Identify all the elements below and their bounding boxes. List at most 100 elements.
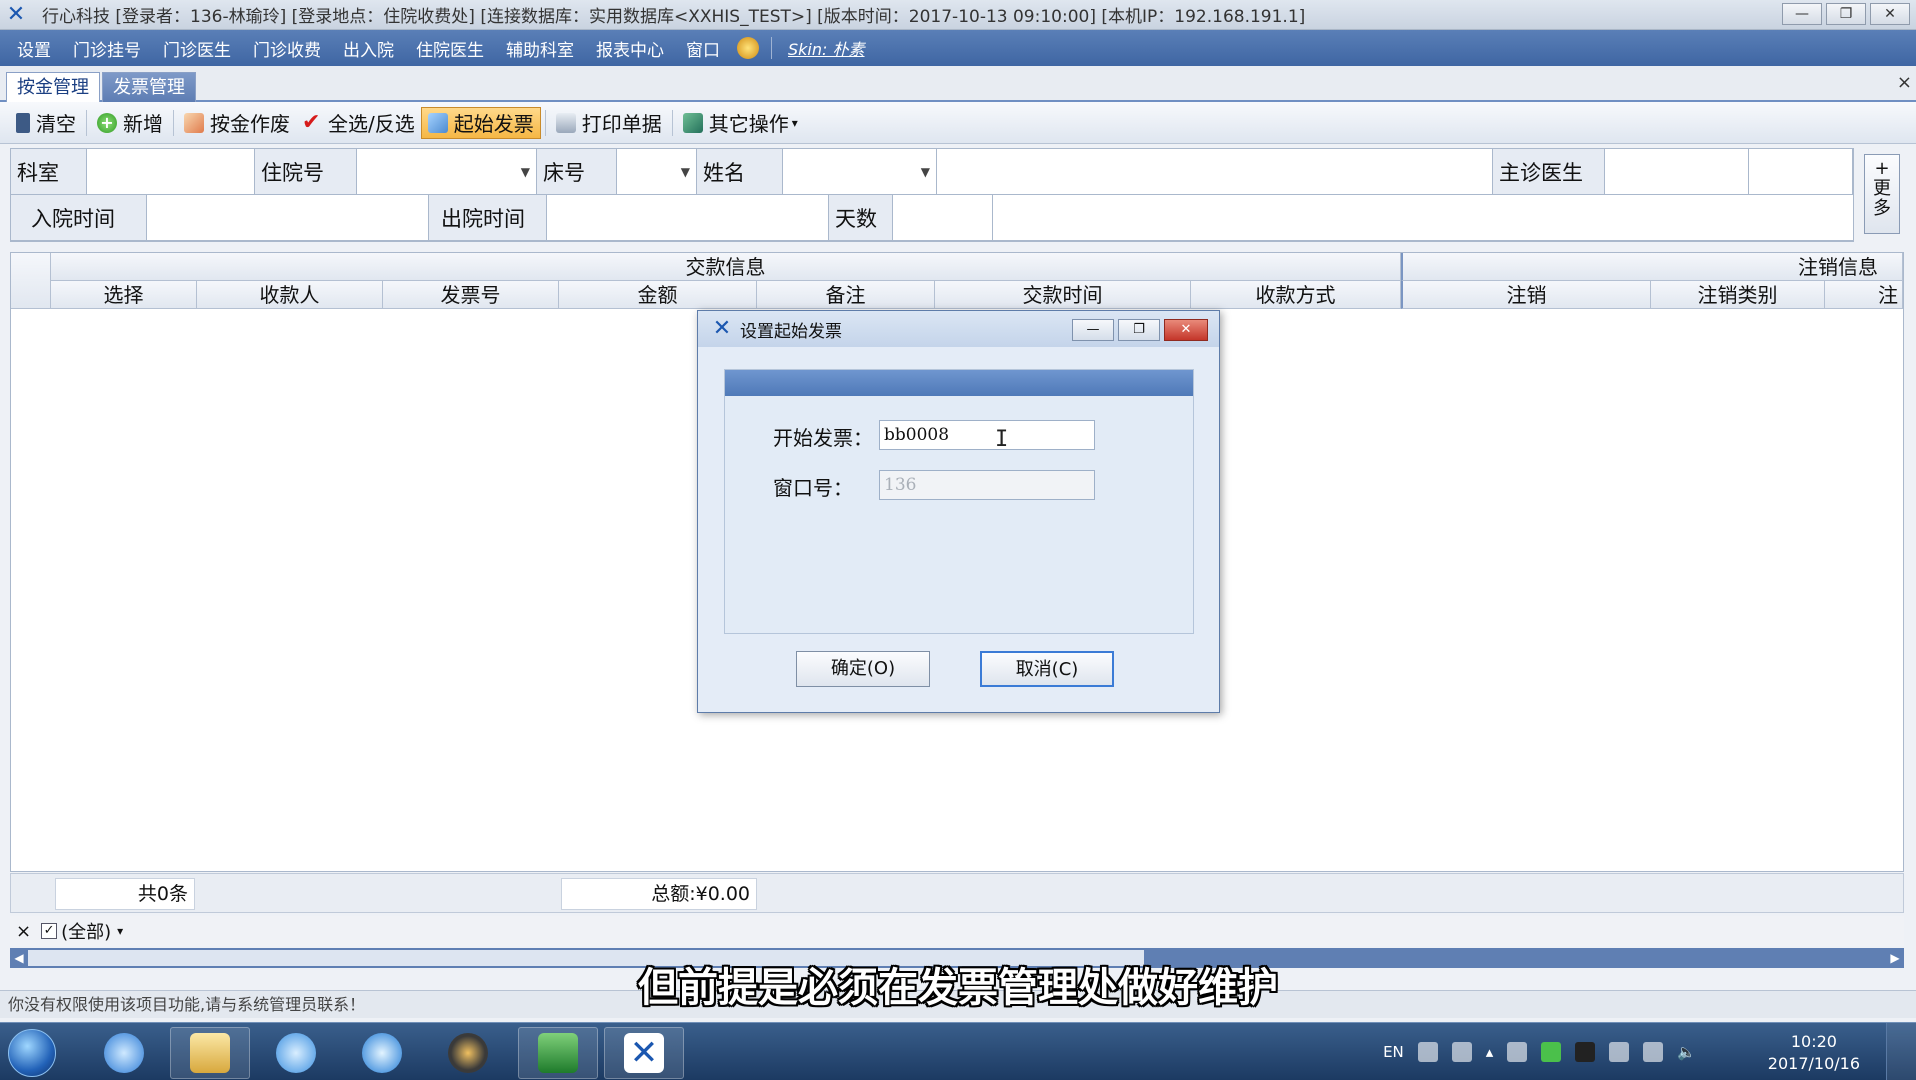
clear-button[interactable]: 清空 [10,107,82,139]
name-select[interactable]: ▼ [783,149,937,195]
window-no-input: 136 [879,470,1095,500]
power-icon[interactable] [1643,1042,1664,1062]
taskbar-chat-app[interactable] [342,1027,422,1079]
col-cancel-extra[interactable]: 注 [1825,281,1903,309]
col-cancel[interactable]: 注销 [1401,281,1651,309]
dept-input[interactable] [87,149,255,195]
scrollbar-thumb[interactable] [28,950,1144,966]
cancel-info-group-header: 注销信息 [1401,253,1903,281]
scroll-left-icon[interactable]: ◀ [10,948,28,968]
chevron-down-icon: ▼ [920,164,930,179]
bed-label: 床号 [537,149,617,195]
status-bar: 你没有权限使用该项目功能,请与系统管理员联系！ [0,990,1916,1018]
col-amount[interactable]: 金额 [559,281,757,309]
menu-auxiliary-dept[interactable]: 辅助科室 [495,36,585,61]
folder-icon [190,1033,230,1073]
col-cancel-type[interactable]: 注销类别 [1651,281,1825,309]
total-amount: 总额:¥0.00 [561,878,757,910]
filter-form: 科室 住院号 ▼ 床号 ▼ 姓名 ▼ 主诊医生 入院时间 出院时间 天数 [10,148,1854,242]
skin-link[interactable]: Skin: 朴素 [788,36,865,60]
toolbar-separator [544,109,546,136]
clear-filter-icon[interactable]: × [16,921,31,942]
chevron-down-icon[interactable]: ▾ [117,924,123,938]
col-payee[interactable]: 收款人 [197,281,383,309]
toolbar-separator [671,109,673,136]
menu-outpatient-doctor[interactable]: 门诊医生 [152,36,242,61]
taskbar-excel[interactable] [518,1027,598,1079]
cloud-icon [276,1033,316,1073]
start-invoice-input[interactable]: bb0008 [879,420,1095,450]
admit-time-input[interactable] [147,195,429,241]
display-icon[interactable] [1609,1042,1630,1062]
taskbar-cloud-app[interactable] [256,1027,336,1079]
clear-button-label: 清空 [36,112,76,136]
title-bar: ✕ 行心科技 [登录者：136-林瑜玲] [登录地点：住院收费处] [连接数据库… [0,0,1916,30]
col-invoice-no[interactable]: 发票号 [383,281,559,309]
menu-bar: 设置 门诊挂号 门诊医生 门诊收费 出入院 住院医生 辅助科室 报表中心 窗口 … [0,30,1916,66]
dialog-panel: 开始发票： bb0008 窗口号： 136 [724,369,1194,634]
doctor-input[interactable] [1605,149,1749,195]
tab-invoice-management[interactable]: 发票管理 [102,72,196,102]
start-invoice-label: 起始发票 [453,112,534,136]
taskbar-media-app[interactable] [428,1027,508,1079]
bed-select[interactable]: ▼ [617,149,697,195]
cancel-button[interactable]: 取消(C) [980,651,1114,687]
menu-admission[interactable]: 出入院 [332,36,405,61]
minimize-button[interactable]: — [1782,3,1822,25]
menu-inpatient-doctor[interactable]: 住院医生 [405,36,495,61]
print-button[interactable]: 打印单据 [550,107,668,139]
wifi-icon[interactable] [1451,1042,1472,1062]
add-button[interactable]: + 新增 [91,107,169,139]
window-no-label: 窗口号： [773,476,853,500]
void-deposit-button[interactable]: 按金作废 [178,107,296,139]
dialog-minimize-button[interactable]: — [1072,319,1114,341]
col-payment-time[interactable]: 交款时间 [935,281,1191,309]
taskbar-browser[interactable] [84,1027,164,1079]
record-count: 共0条 [55,878,195,910]
plugin-icon[interactable] [737,37,759,59]
other-actions-button[interactable]: 其它操作 ▾ [677,107,804,139]
restore-button[interactable]: ❐ [1826,3,1866,25]
close-button[interactable]: ✕ [1870,3,1910,25]
chat-icon [362,1033,402,1073]
show-desktop-button[interactable] [1886,1023,1916,1080]
void-icon [184,112,204,133]
tray-expand-icon[interactable]: ▴ [1486,1043,1494,1061]
app-tray-icon[interactable] [1507,1042,1528,1062]
taskbar-his-app[interactable]: ✕ [604,1027,684,1079]
toolbar-separator [173,109,174,136]
volume-icon[interactable]: 🔈 [1677,1043,1696,1061]
menu-outpatient-register[interactable]: 门诊挂号 [62,36,152,61]
more-filters-button[interactable]: + 更 多 [1864,154,1900,234]
start-button[interactable] [8,1029,56,1077]
days-input[interactable] [893,195,993,241]
add-button-label: 新增 [123,112,163,136]
tab-deposit-management[interactable]: 按金管理 [6,72,100,102]
dialog-close-button[interactable]: ✕ [1164,319,1208,341]
qq-icon[interactable] [1575,1042,1596,1062]
inpatient-no-select[interactable]: ▼ [357,149,537,195]
chevron-down-icon: ▼ [520,164,530,179]
select-all-button[interactable]: ✔ 全选/反选 [296,107,421,139]
language-indicator[interactable]: EN [1383,1043,1404,1061]
ok-button[interactable]: 确定(O) [796,651,930,687]
clock[interactable]: 10:20 2017/10/16 [1768,1031,1860,1075]
wechat-icon[interactable] [1541,1042,1562,1062]
network-icon[interactable] [1417,1042,1438,1062]
taskbar-explorer[interactable] [170,1027,250,1079]
app-logo-icon: ✕ [712,316,732,341]
horizontal-scrollbar[interactable]: ◀ ▶ [10,948,1904,968]
filter-all-checkbox[interactable]: ✓ [41,923,58,939]
menu-window[interactable]: 窗口 [675,36,731,61]
start-invoice-button[interactable]: 起始发票 [420,106,541,139]
col-remark[interactable]: 备注 [757,281,935,309]
col-payment-method[interactable]: 收款方式 [1191,281,1401,309]
dialog-restore-button[interactable]: ❐ [1118,319,1160,341]
scroll-right-icon[interactable]: ▶ [1886,948,1904,968]
menu-settings[interactable]: 设置 [6,36,62,61]
discharge-time-input[interactable] [547,195,829,241]
menu-report-center[interactable]: 报表中心 [585,36,675,61]
col-select[interactable]: 选择 [51,281,197,309]
close-tab-icon[interactable]: × [1897,72,1912,93]
menu-outpatient-charge[interactable]: 门诊收费 [242,36,332,61]
